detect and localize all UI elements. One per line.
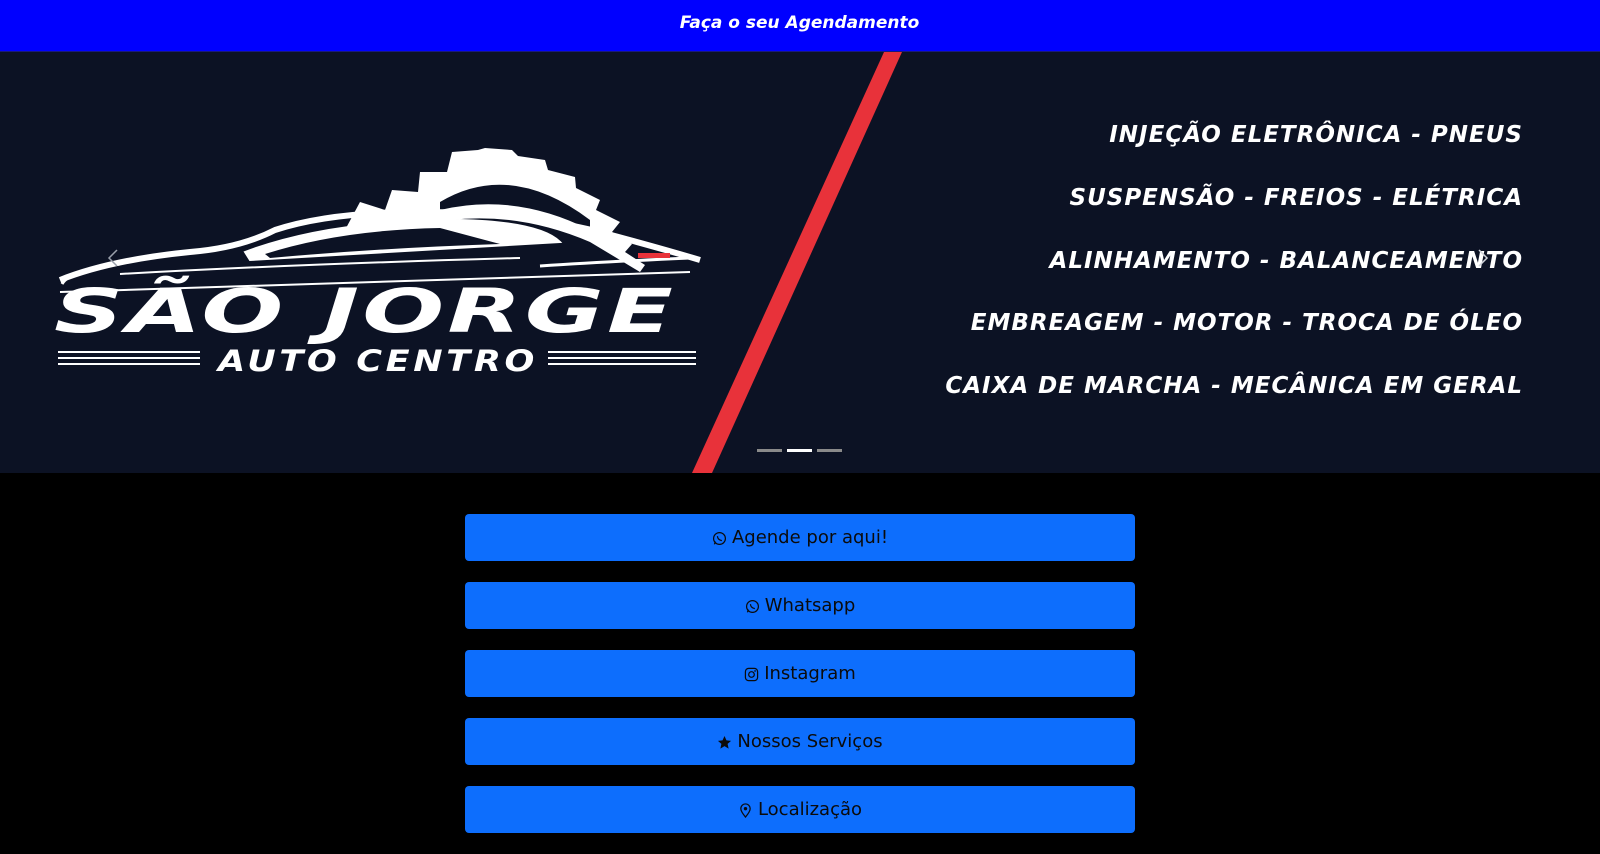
whatsapp-icon [712,531,727,546]
logo-subtitle: AUTO CENTRO [216,344,538,378]
whatsapp-link-button[interactable]: Whatsapp [465,582,1135,629]
service-line: ALINHAMENTO - BALANCEAMENTO [1049,248,1523,274]
carousel-indicators [757,449,842,452]
service-line: SUSPENSÃO - FREIOS - ELÉTRICA [1069,185,1523,211]
whatsapp-link-label: Whatsapp [764,595,856,616]
schedule-link-label: Agende por aqui! [731,527,889,548]
chevron-left-icon [107,249,118,267]
carousel-indicator[interactable] [787,449,812,452]
carousel-indicator[interactable] [757,449,782,452]
red-diagonal-stripe [692,52,902,473]
star-icon [717,735,732,750]
schedule-banner-text[interactable]: Faça o seu Agendamento [680,13,920,33]
carousel-next-button[interactable] [1472,238,1496,278]
top-bar[interactable]: Faça o seu Agendamento [0,0,1600,52]
location-pin-icon [738,803,753,818]
services-link-button[interactable]: Nossos Serviços [465,718,1135,765]
instagram-link-label: Instagram [764,663,856,684]
location-link-label: Localização [757,799,863,820]
services-link-label: Nossos Serviços [737,731,883,752]
instagram-link-button[interactable]: Instagram [465,650,1135,697]
service-line: EMBREAGEM - MOTOR - TROCA DE ÓLEO [970,310,1523,336]
service-line: CAIXA DE MARCHA - MECÂNICA EM GERAL [945,373,1523,399]
whatsapp-icon [745,599,760,614]
carousel-indicator[interactable] [817,449,842,452]
link-list: Agende por aqui! Whatsapp Instagram Noss… [465,514,1135,854]
location-link-button[interactable]: Localização [465,786,1135,833]
logo-title: SÃO JORGE [54,275,676,347]
service-line: INJEÇÃO ELETRÔNICA - PNEUS [1109,122,1523,148]
schedule-link-button[interactable]: Agende por aqui! [465,514,1135,561]
carousel-prev-button[interactable] [100,238,124,278]
chevron-right-icon [1478,249,1489,267]
instagram-icon [744,667,759,682]
hero-carousel: SÃO JORGE AUTO CENTRO INJEÇÃO ELETRÔNICA… [0,52,1600,473]
car-taillight [638,253,670,258]
